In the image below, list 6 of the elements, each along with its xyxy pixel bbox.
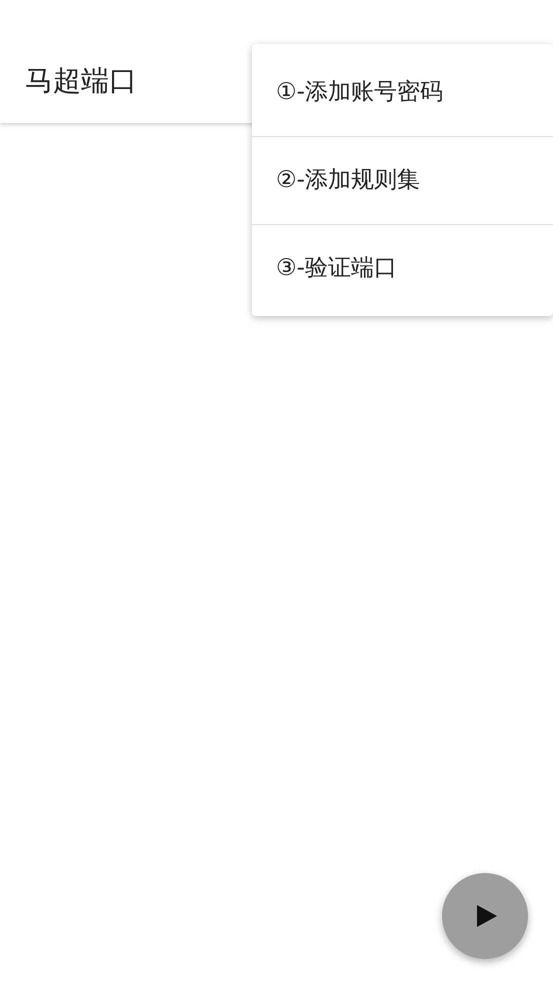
menu-item[interactable]: ①-添加账号密码 [252, 48, 553, 136]
menu-item[interactable]: ②-添加规则集 [252, 136, 553, 224]
menu-item[interactable]: ③-验证端口 [252, 224, 553, 312]
app-title: 马超端口 [25, 63, 137, 99]
play-icon [476, 904, 498, 928]
play-button[interactable] [442, 873, 528, 959]
